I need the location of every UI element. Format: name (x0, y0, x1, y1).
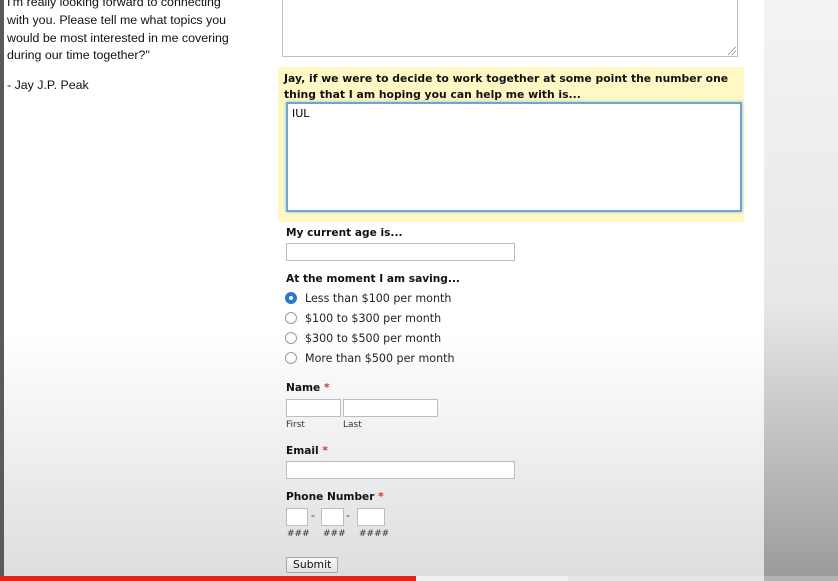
quote-line: with you. Please tell me what topics you (7, 12, 227, 27)
last-name-input[interactable] (343, 399, 438, 417)
saving-option-300-to-500[interactable]: $300 to $500 per month (285, 330, 441, 346)
last-name-hint: Last (343, 420, 362, 430)
resize-grip-icon[interactable] (728, 47, 736, 55)
saving-option-100-to-300[interactable]: $100 to $300 per month (285, 310, 441, 326)
radio-button[interactable] (285, 332, 297, 344)
phone-prefix-input[interactable] (321, 508, 344, 526)
quote-line: I'm really looking forward to connecting (7, 0, 221, 9)
testimonial-quote: I'm really looking forward to connecting… (7, 0, 237, 65)
phone-separator: - (346, 509, 350, 522)
saving-option-label: More than $500 per month (305, 351, 455, 365)
radio-button[interactable] (285, 312, 297, 324)
video-progress-bar[interactable] (0, 576, 838, 581)
age-label: My current age is... (286, 227, 403, 239)
previous-question-textarea[interactable] (282, 0, 738, 57)
first-name-hint: First (286, 420, 305, 430)
radio-button[interactable] (285, 352, 297, 364)
required-mark: * (322, 445, 328, 457)
age-input[interactable] (286, 243, 515, 261)
goal-textarea[interactable] (286, 102, 742, 212)
email-input[interactable] (286, 461, 515, 479)
page-margin (764, 0, 838, 581)
saving-option-more-than-500[interactable]: More than $500 per month (285, 350, 454, 366)
phone-area-code-hint: ### (287, 529, 310, 539)
phone-label-text: Phone Number (286, 491, 375, 503)
saving-option-label: Less than $100 per month (305, 291, 452, 305)
goal-question-label: Jay, if we were to decide to work togeth… (284, 72, 729, 101)
saving-label: At the moment I am saving... (286, 273, 460, 285)
quote-line: would be most interested in me covering (7, 30, 229, 45)
required-mark: * (323, 382, 330, 394)
video-played-bar (0, 576, 417, 581)
first-name-input[interactable] (286, 399, 341, 417)
submit-button[interactable]: Submit (286, 557, 339, 573)
email-label-text: Email (286, 445, 319, 457)
phone-label: Phone Number * (286, 491, 384, 503)
phone-separator: - (311, 509, 315, 522)
radio-button[interactable] (285, 292, 297, 304)
phone-area-code-input[interactable] (286, 508, 308, 526)
saving-option-label: $300 to $500 per month (305, 331, 442, 345)
quote-line: during our time together?" (7, 48, 150, 63)
phone-prefix-hint: ### (323, 529, 346, 539)
name-label: Name * (286, 382, 330, 394)
phone-line-hint: #### (359, 529, 390, 539)
email-label: Email * (286, 445, 328, 457)
phone-line-input[interactable] (357, 508, 385, 526)
required-mark: * (378, 491, 384, 503)
testimonial-signature: - Jay J.P. Peak (7, 78, 89, 92)
name-label-text: Name (286, 382, 321, 394)
saving-option-label: $100 to $300 per month (305, 311, 442, 325)
saving-option-less-than-100[interactable]: Less than $100 per month (285, 290, 451, 306)
